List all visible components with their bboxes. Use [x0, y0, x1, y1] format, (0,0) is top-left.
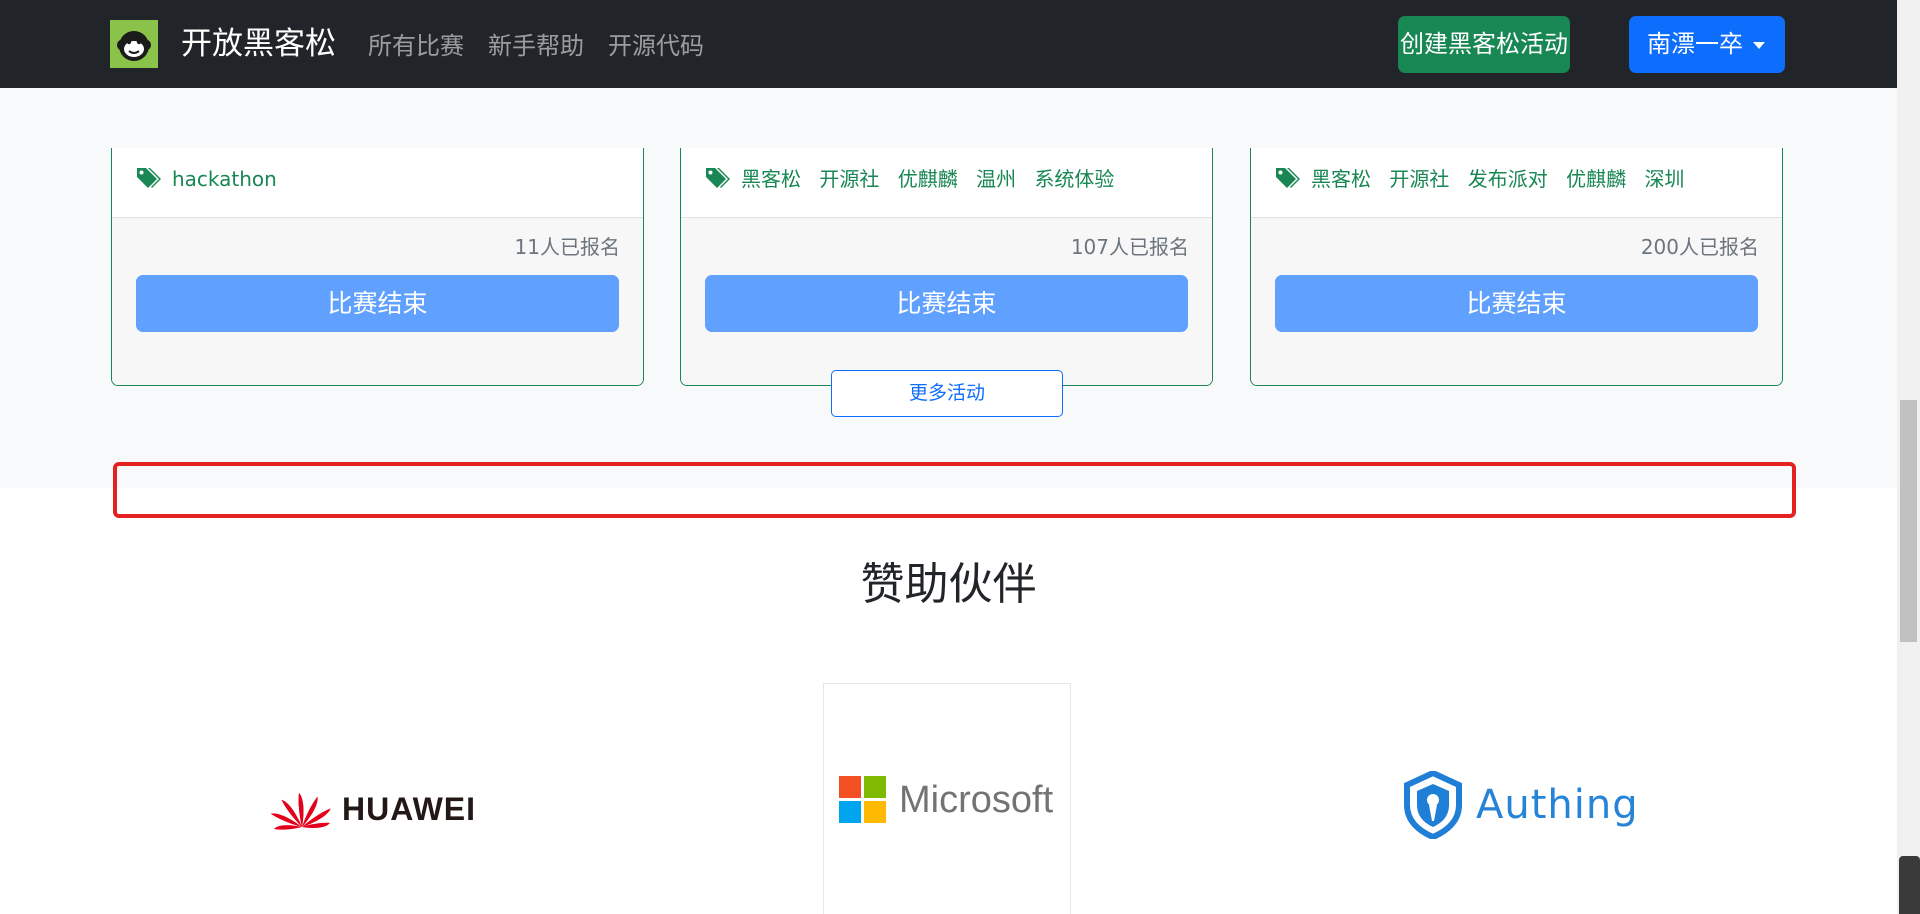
contest-ended-button[interactable]: 比赛结束: [705, 275, 1188, 332]
signup-count: 200人已报名: [1640, 235, 1759, 259]
event-card: 黑客松 开源社 发布派对 优麒麟 深圳 200人已报名 比赛结束: [1250, 148, 1783, 386]
sponsor-huawei[interactable]: HUAWEI: [270, 783, 490, 833]
sponsor-authing[interactable]: Authing: [1403, 771, 1638, 841]
tag[interactable]: 温州: [976, 167, 1016, 191]
tag[interactable]: 黑客松: [1311, 167, 1371, 191]
tag-list: 黑客松 开源社 优麒麟 温州 系统体验: [741, 165, 1126, 193]
monkey-logo-icon[interactable]: [110, 20, 158, 68]
authing-name: Authing: [1476, 782, 1639, 828]
tags-icon: [1276, 168, 1300, 188]
signup-count: 11人已报名: [514, 235, 620, 259]
event-card: hackathon 11人已报名 比赛结束: [111, 148, 644, 386]
tag[interactable]: 深圳: [1644, 167, 1684, 191]
huawei-logo-icon: [270, 793, 331, 830]
events-section: hackathon 11人已报名 比赛结束 黑客松 开源社 优麒麟 温州 系统体…: [0, 88, 1897, 488]
tag-list: hackathon: [172, 165, 289, 193]
navbar: 开放黑客松 所有比赛 新手帮助 开源代码 创建黑客松活动 南漂一卒: [0, 0, 1897, 88]
card-tags: hackathon: [112, 148, 643, 218]
nav-link-all-contests[interactable]: 所有比赛: [368, 30, 464, 62]
tag[interactable]: 发布派对: [1468, 167, 1548, 191]
signup-count: 107人已报名: [1070, 235, 1189, 259]
tag[interactable]: 开源社: [819, 167, 879, 191]
scrollbar-bottom-widget: [1899, 856, 1920, 914]
card-footer: 200人已报名 比赛结束: [1251, 218, 1782, 385]
create-hackathon-button[interactable]: 创建黑客松活动: [1398, 16, 1570, 73]
user-menu-button[interactable]: 南漂一卒: [1629, 16, 1785, 73]
highlight-box: [113, 462, 1796, 518]
microsoft-name: Microsoft: [899, 779, 1054, 821]
caret-down-icon: [1753, 42, 1765, 49]
card-tags: 黑客松 开源社 优麒麟 温州 系统体验: [681, 148, 1212, 218]
microsoft-logo-icon: [839, 776, 886, 823]
nav-link-help[interactable]: 新手帮助: [488, 30, 584, 62]
nav-link-source-code[interactable]: 开源代码: [608, 30, 704, 62]
tags-icon: [137, 168, 161, 188]
tag-list: 黑客松 开源社 发布派对 优麒麟 深圳: [1311, 165, 1696, 193]
tag[interactable]: 优麒麟: [1566, 167, 1626, 191]
contest-ended-button[interactable]: 比赛结束: [136, 275, 619, 332]
tag[interactable]: hackathon: [172, 167, 277, 191]
tag[interactable]: 黑客松: [741, 167, 801, 191]
sponsors-title: 赞助伙伴: [860, 559, 1037, 610]
more-events-button[interactable]: 更多活动: [831, 370, 1063, 417]
card-footer: 11人已报名 比赛结束: [112, 218, 643, 385]
tag[interactable]: 系统体验: [1034, 167, 1114, 191]
tags-icon: [706, 168, 730, 188]
event-card: 黑客松 开源社 优麒麟 温州 系统体验 107人已报名 比赛结束: [680, 148, 1213, 386]
authing-shield-icon: [1404, 771, 1462, 839]
scrollbar-thumb[interactable]: [1900, 400, 1917, 642]
user-name: 南漂一卒: [1647, 30, 1743, 58]
brand-title[interactable]: 开放黑客松: [181, 24, 336, 64]
card-tags: 黑客松 开源社 发布派对 优麒麟 深圳: [1251, 148, 1782, 218]
card-footer: 107人已报名 比赛结束: [681, 218, 1212, 385]
sponsor-microsoft[interactable]: Microsoft: [839, 775, 1057, 825]
contest-ended-button[interactable]: 比赛结束: [1275, 275, 1758, 332]
huawei-name: HUAWEI: [342, 791, 476, 827]
tag[interactable]: 优麒麟: [898, 167, 958, 191]
tag[interactable]: 开源社: [1389, 167, 1449, 191]
